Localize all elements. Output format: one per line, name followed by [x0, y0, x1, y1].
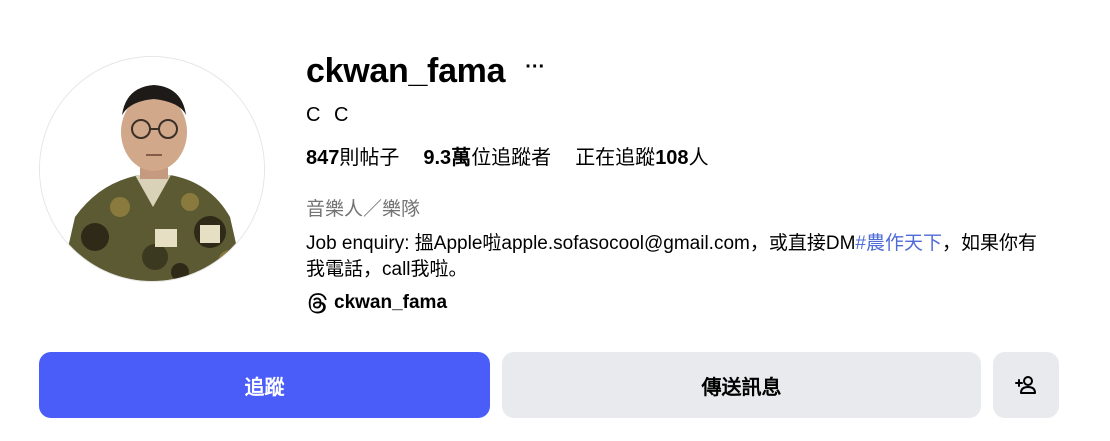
- profile-stats: 847則帖子 9.3萬位追蹤者 正在追蹤108人: [306, 144, 1046, 172]
- posts-count: 847: [306, 147, 340, 169]
- followers-stat[interactable]: 9.3萬位追蹤者: [423, 144, 551, 172]
- profile-category: 音樂人／樂隊: [306, 199, 421, 220]
- more-options-icon[interactable]: ···: [521, 56, 549, 85]
- bio-hashtag-link[interactable]: #農作天下: [855, 233, 942, 254]
- followers-count: 9.3萬: [423, 147, 472, 169]
- posts-stat: 847則帖子: [306, 144, 399, 172]
- send-message-button[interactable]: 傳送訊息: [502, 352, 981, 418]
- followers-label: 位追蹤者: [471, 147, 552, 169]
- following-count: 108: [655, 147, 689, 169]
- profile-actions: 追蹤 傳送訊息: [39, 352, 1059, 418]
- threads-link[interactable]: ckwan_fama: [306, 290, 1046, 316]
- following-stat[interactable]: 正在追蹤108人: [575, 144, 708, 172]
- suggested-accounts-button[interactable]: [993, 352, 1059, 418]
- following-prefix: 正在追蹤: [575, 147, 656, 169]
- bio-text-before: Job enquiry: 搵Apple啦apple.sofasocool@gma…: [306, 233, 856, 254]
- profile-page: ckwan_fama ··· C C 847則帖子 9.3萬位追蹤者 正在追蹤1…: [0, 0, 1110, 441]
- full-name: C C: [306, 104, 353, 126]
- profile-info: ckwan_fama ··· C C 847則帖子 9.3萬位追蹤者 正在追蹤1…: [306, 46, 1046, 316]
- avatar-image: [40, 57, 264, 281]
- threads-icon: [308, 293, 327, 314]
- add-person-icon: [1015, 376, 1036, 394]
- follow-button[interactable]: 追蹤: [39, 352, 490, 418]
- posts-label: 則帖子: [339, 147, 400, 169]
- profile-avatar[interactable]: [39, 56, 265, 282]
- username: ckwan_fama: [306, 51, 506, 90]
- profile-bio: Job enquiry: 搵Apple啦apple.sofasocool@gma…: [306, 231, 1046, 283]
- following-suffix: 人: [688, 147, 709, 169]
- username-row: ckwan_fama ···: [306, 46, 1046, 96]
- threads-handle: ckwan_fama: [334, 292, 448, 313]
